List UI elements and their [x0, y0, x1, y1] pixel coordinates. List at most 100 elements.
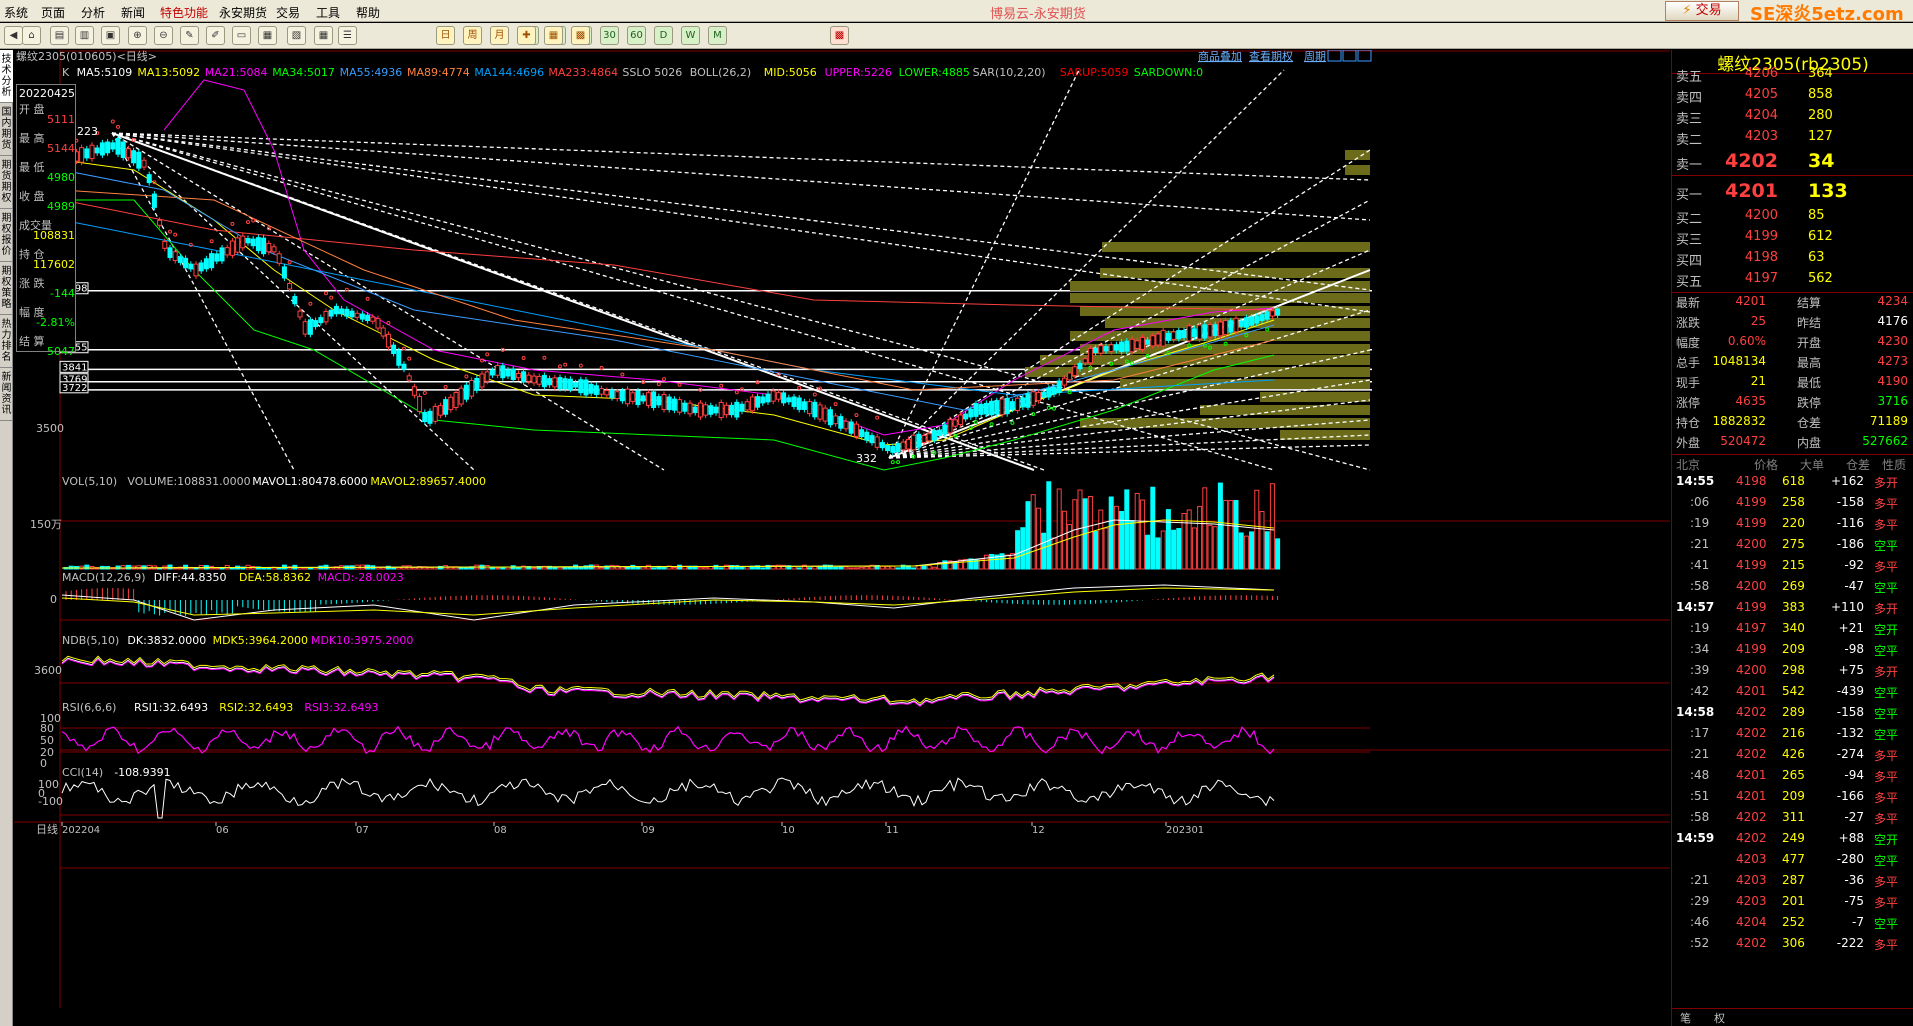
menu-item-1[interactable]: 页面 — [41, 4, 65, 21]
chart-icon[interactable]: ▧ — [287, 26, 306, 45]
chart-canvas[interactable]: 螺纹2305(010605)<日线> 商品叠加 查看期权 周期 K MA5:5109 MA1… — [14, 50, 1670, 1026]
bid-row-3[interactable]: 买五 4197 562 — [1672, 271, 1913, 291]
trade-button[interactable]: ⚡ 交易 — [1665, 1, 1739, 21]
eraser-icon[interactable]: ▭ — [232, 26, 251, 45]
candle-body — [125, 148, 131, 159]
left-tab-4[interactable]: 期权策略 — [0, 262, 13, 315]
stat-value: 21 — [1750, 374, 1766, 388]
tick-oi-diff: -27 — [1844, 810, 1864, 824]
back-icon[interactable]: ◀ — [4, 26, 23, 45]
menu-item-3[interactable]: 新闻 — [121, 4, 145, 21]
bid-price: 4197 — [1744, 271, 1778, 286]
quote-tab-1[interactable]: 权 — [1714, 1010, 1725, 1026]
period-button-D[interactable]: D — [654, 26, 673, 45]
kline-chart-area[interactable]: 螺纹2305(010605)<日线> 商品叠加 查看期权 周期 K MA5:5109 MA1… — [14, 50, 1670, 1026]
chart-link-0[interactable]: 商品叠加 — [1198, 50, 1242, 63]
candle-body — [417, 396, 423, 412]
bid-volume: 562 — [1808, 271, 1833, 286]
candle-body — [1145, 339, 1151, 345]
period-button-30[interactable]: 30 — [600, 26, 619, 45]
bid1-row[interactable]: 买一 4201 133 — [1672, 180, 1913, 206]
volume-bar — [1098, 509, 1104, 570]
period-button-W[interactable]: W — [681, 26, 700, 45]
ask-row-2[interactable]: 卖三 4204 280 — [1672, 108, 1913, 128]
candle-body — [505, 369, 511, 377]
menu-item-2[interactable]: 分析 — [81, 4, 105, 21]
notebook-icon[interactable]: ▥ — [75, 26, 94, 45]
tick-row: :58 4200 269 -47 空平 — [1672, 579, 1913, 600]
tick-row: :51 4201 209 -166 多平 — [1672, 789, 1913, 810]
bid-row-1[interactable]: 买三 4199 612 — [1672, 229, 1913, 249]
ask1-row[interactable]: 卖一 4202 34 — [1672, 150, 1913, 176]
menu-item-6[interactable]: 交易 — [276, 4, 300, 21]
bid1-price: 4201 — [1725, 180, 1778, 202]
tick-time: :46 — [1690, 915, 1710, 929]
table-icon[interactable]: ▦ — [314, 26, 333, 45]
stat-label: 最低 — [1797, 376, 1822, 390]
zoom-in-icon[interactable]: ⊕ — [128, 26, 147, 45]
volume-bar — [807, 567, 813, 570]
print-icon[interactable]: ▩ — [830, 26, 849, 45]
left-tab-5[interactable]: 热力排名 — [0, 315, 13, 368]
x-axis-label-7: 12 — [1032, 825, 1045, 836]
print-icon[interactable]: ▩ — [571, 26, 590, 45]
list-icon[interactable]: ☰ — [338, 26, 357, 45]
menu-item-7[interactable]: 工具 — [316, 4, 340, 21]
week-icon[interactable]: 周 — [463, 26, 482, 45]
ask-row-1[interactable]: 卖四 4205 858 — [1672, 87, 1913, 107]
bid-row-2[interactable]: 买四 4198 63 — [1672, 250, 1913, 270]
left-tab-3[interactable]: 期权报价 — [0, 209, 13, 262]
cross-icon[interactable]: ✚ — [517, 26, 536, 45]
stat-label: 仓差 — [1797, 416, 1822, 430]
stat-label: 幅度 — [1676, 336, 1701, 350]
cube-icon[interactable]: ▣ — [101, 26, 120, 45]
info-value-6: -144 — [50, 287, 75, 300]
tick-time: :19 — [1690, 621, 1710, 635]
volume-bar — [183, 564, 189, 570]
volume-bar — [1249, 531, 1255, 570]
candle-body — [437, 405, 443, 416]
left-tab-2[interactable]: 期货期权 — [0, 156, 13, 209]
close-icon[interactable] — [1357, 50, 1372, 62]
quote-icon[interactable]: ▦ — [258, 26, 277, 45]
left-tab-6[interactable]: 新闻资讯 — [0, 368, 13, 421]
candle-body — [630, 392, 636, 402]
day-icon[interactable]: 日 — [436, 26, 455, 45]
sar-dot — [110, 119, 115, 124]
candle-body — [900, 441, 906, 451]
menu-item-5[interactable]: 永安期货 — [219, 4, 267, 21]
period-button-M[interactable]: M — [708, 26, 727, 45]
draw-icon[interactable]: ✎ — [180, 26, 199, 45]
candle-body — [812, 401, 818, 418]
tick-time: :48 — [1690, 768, 1710, 782]
ask-row-0[interactable]: 卖五 4206 364 — [1672, 66, 1913, 86]
restore-icon[interactable] — [1327, 50, 1342, 62]
info-value-1: 5144 — [47, 142, 75, 155]
candle-body — [843, 420, 849, 430]
menu-item-4[interactable]: 特色功能 — [160, 4, 208, 21]
volume-bar — [796, 567, 802, 570]
zoom-out-icon[interactable]: ⊖ — [154, 26, 173, 45]
open-icon[interactable]: ▤ — [50, 26, 69, 45]
quote-tab-0[interactable]: 笔 — [1680, 1010, 1691, 1026]
home-icon[interactable]: ⌂ — [22, 26, 41, 45]
pen-icon[interactable]: ✐ — [206, 26, 225, 45]
chart-link-1[interactable]: 查看期权 — [1249, 50, 1293, 63]
period-button-60[interactable]: 60 — [627, 26, 646, 45]
volume-bars — [63, 481, 1281, 570]
volume-bar — [1103, 527, 1109, 570]
chart-link-2[interactable]: 周期 — [1304, 50, 1326, 63]
calc-icon[interactable]: ▦ — [544, 26, 563, 45]
tick-header-col-4: 性质 — [1882, 458, 1907, 472]
left-tab-1[interactable]: 国内期货 — [0, 103, 13, 156]
ask-row-3[interactable]: 卖二 4203 127 — [1672, 129, 1913, 149]
menu-item-0[interactable]: 系统 — [4, 4, 28, 21]
bid-row-0[interactable]: 买二 4200 85 — [1672, 208, 1913, 228]
volume-bar — [302, 567, 308, 570]
candle-body — [1217, 321, 1223, 337]
month-icon[interactable]: 月 — [490, 26, 509, 45]
tick-oi-diff: -158 — [1836, 495, 1864, 509]
left-tab-0[interactable]: 技术分析 — [0, 50, 13, 103]
maximize-icon[interactable] — [1342, 50, 1357, 62]
menu-item-8[interactable]: 帮助 — [356, 4, 380, 21]
